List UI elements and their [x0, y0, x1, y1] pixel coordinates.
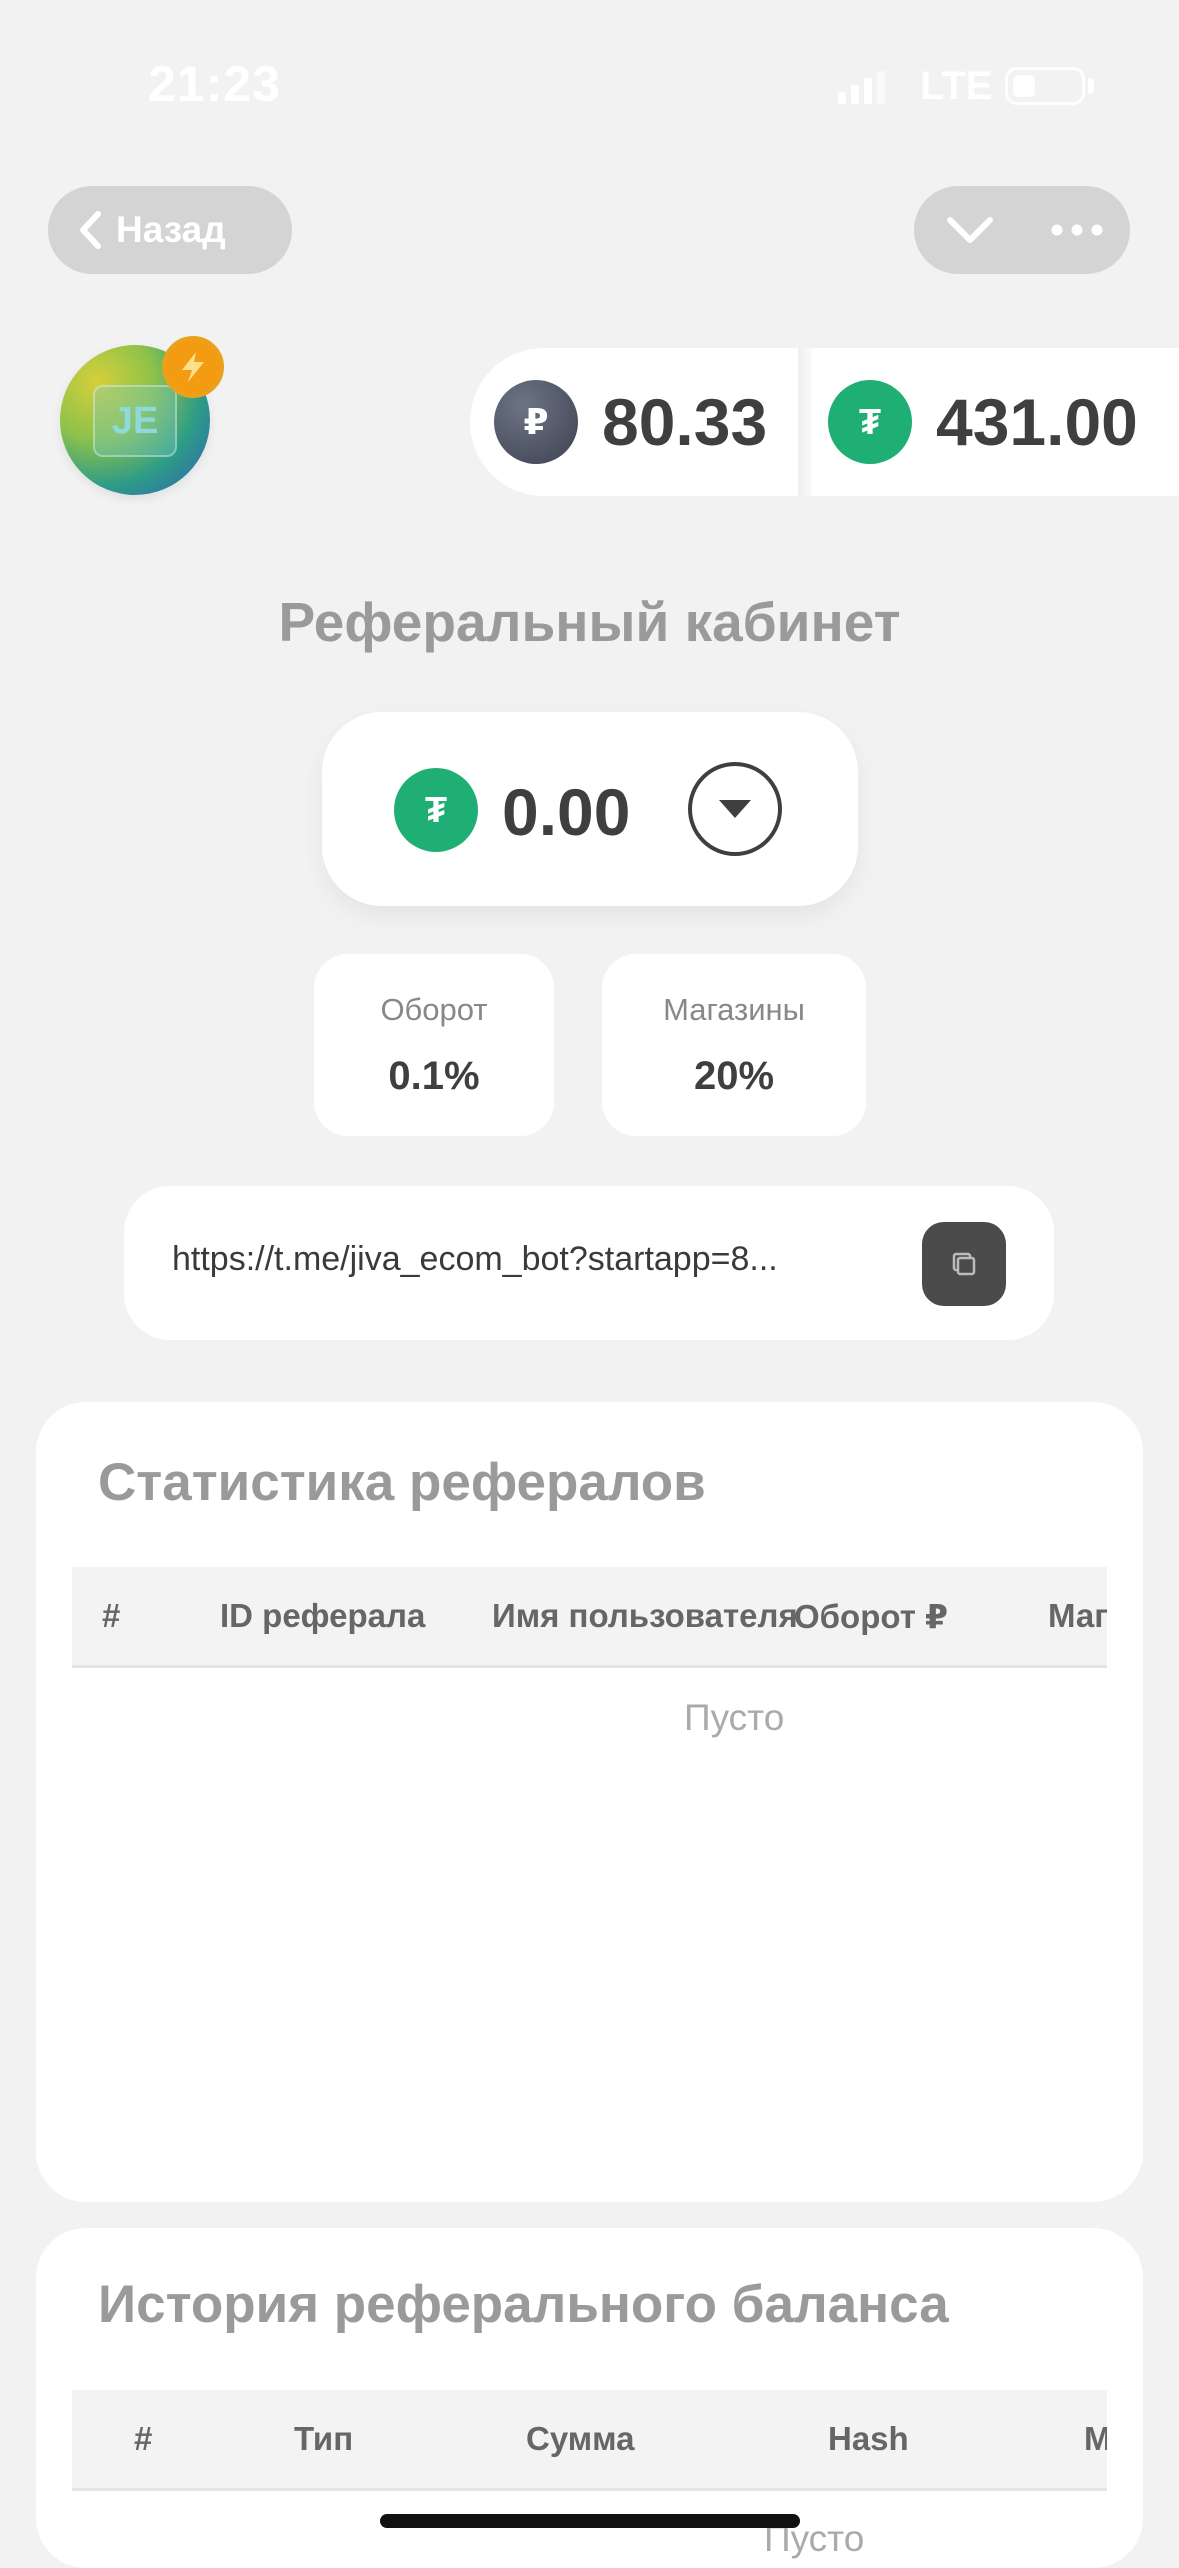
referrals-table-header[interactable]: # ID реферала Имя пользователя Оборот ₽ …	[72, 1567, 1107, 1668]
network-label: LTE	[920, 64, 993, 108]
balance-usdt-value: 431.00	[936, 385, 1138, 459]
history-title: История реферального баланса	[98, 2275, 949, 2334]
column-header: Оборот ₽	[794, 1598, 948, 1635]
status-time: 21:23	[148, 56, 281, 112]
usdt-coin-icon: ₮	[828, 380, 912, 464]
menu-pill	[914, 186, 1130, 274]
column-header: Тип	[294, 2420, 354, 2457]
history-table-header[interactable]: # Тип Сумма Hash М	[72, 2390, 1107, 2491]
chevron-left-icon	[80, 211, 101, 249]
column-header: Имя пользователя	[492, 1597, 798, 1634]
column-header: М	[1084, 2420, 1107, 2458]
chevron-down-icon[interactable]	[942, 206, 998, 254]
home-indicator	[380, 2514, 800, 2528]
referrals-title: Статистика рефералов	[98, 1453, 706, 1512]
column-header: Hash	[828, 2420, 909, 2457]
referrals-empty: Пусто	[684, 1697, 785, 1738]
battery-tip	[1088, 78, 1094, 94]
referral-balance: ₮ 0.00	[322, 712, 858, 906]
avatar-initials: JE	[93, 385, 177, 457]
stat-shops: Магазины 20%	[602, 954, 866, 1136]
column-header: Маг	[1048, 1597, 1107, 1634]
balance-rub[interactable]: ₽ 80.33	[494, 348, 767, 496]
copy-icon	[952, 1252, 976, 1276]
stat-turnover: Оборот 0.1%	[314, 954, 554, 1136]
dropdown-icon[interactable]	[688, 762, 782, 856]
referral-link[interactable]: https://t.me/jiva_ecom_bot?startapp=8...	[172, 1240, 1012, 1279]
usdt-coin-icon: ₮	[394, 768, 478, 852]
column-header: Сумма	[526, 2420, 635, 2457]
copy-button[interactable]	[922, 1222, 1006, 1306]
referrals-card: Статистика рефералов # ID реферала Имя п…	[36, 1402, 1143, 2202]
battery-icon	[1005, 67, 1085, 105]
stat-turnover-value: 0.1%	[388, 1054, 480, 1098]
more-dots-icon[interactable]	[1049, 206, 1105, 254]
back-label: Назад	[116, 209, 226, 250]
lightning-icon	[162, 336, 224, 398]
balances-bar: ₽ 80.33 ₮ 431.00	[470, 348, 1179, 496]
page-title: Реферальный кабинет	[278, 591, 901, 653]
column-header: #	[102, 1597, 121, 1634]
column-header: #	[134, 2420, 153, 2457]
signal-icon	[838, 71, 885, 104]
referral-link-box: https://t.me/jiva_ecom_bot?startapp=8...	[124, 1186, 1054, 1340]
balance-divider	[798, 348, 812, 496]
stat-shops-value: 20%	[693, 1054, 775, 1098]
back-button[interactable]: Назад	[48, 186, 292, 274]
referral-balance-value: 0.00	[502, 775, 631, 849]
balance-usdt[interactable]: ₮ 431.00	[828, 348, 1138, 496]
stat-shops-label: Магазины	[663, 992, 805, 1027]
column-header: ID реферала	[220, 1597, 426, 1634]
stat-turnover-label: Оборот	[380, 992, 488, 1027]
rub-coin-icon: ₽	[494, 380, 578, 464]
balance-rub-value: 80.33	[602, 385, 768, 459]
